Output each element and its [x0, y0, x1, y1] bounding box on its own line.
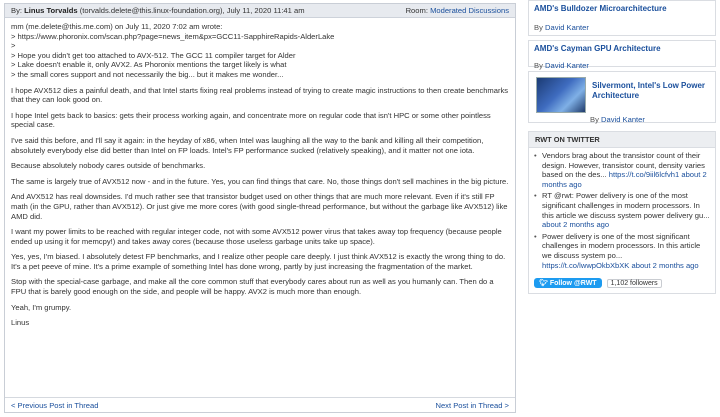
- tweet-item: • RT @rwt: Power delivery is one of the …: [534, 191, 710, 229]
- tweet-list: • Vendors brag about the transistor coun…: [529, 148, 715, 276]
- post-email: (torvalds.delete@this.linux-foundation.o…: [79, 6, 225, 15]
- bullet-icon: •: [534, 231, 537, 241]
- room-link[interactable]: Moderated Discussions: [430, 6, 509, 15]
- article-thumbnail-image[interactable]: [536, 77, 586, 113]
- post-room: Room: Moderated Discussions: [405, 6, 509, 15]
- post-date: July 11, 2020 11:41 am: [226, 6, 305, 15]
- author-link[interactable]: David Kanter: [601, 115, 645, 124]
- post-paragraph: Because absolutely nobody cares outside …: [11, 161, 206, 171]
- quote-line: mm (me.delete@this.me.com) on July 11, 2…: [11, 22, 223, 31]
- twitter-widget: RWT ON TWITTER • Vendors brag about the …: [528, 131, 716, 295]
- tweet-time-link[interactable]: about 2 months ago: [632, 261, 699, 270]
- twitter-heading: RWT ON TWITTER: [529, 132, 715, 148]
- post-paragraph: Yes, yes, I'm biased. I absolutely detes…: [11, 252, 506, 271]
- tweet-item: • Power delivery is one of the most sign…: [534, 232, 710, 270]
- post-paragraph: Yeah, I'm grumpy.: [11, 302, 72, 312]
- post-signature: Linus: [11, 318, 30, 328]
- quote-line: > Lake doesn't enable it, only AVX2. As …: [11, 60, 287, 70]
- article-byline: By David Kanter: [534, 61, 589, 70]
- tweet-text: RT @rwt: Power delivery is one of the mo…: [542, 191, 710, 220]
- quote-line: > Hope you didn't get too attached to AV…: [11, 50, 296, 60]
- forum-post: By: Linus Torvalds (torvalds.delete@this…: [4, 3, 516, 413]
- bullet-icon: •: [534, 191, 537, 201]
- article-title-link[interactable]: AMD's Bulldozer Microarchitecture: [534, 4, 667, 13]
- post-byline: By: Linus Torvalds (torvalds.delete@this…: [11, 6, 305, 15]
- twitter-bird-icon: 🐦︎: [539, 280, 550, 288]
- post-paragraph: I want my power limits to be reached wit…: [11, 227, 502, 246]
- post-author: Linus Torvalds: [24, 6, 78, 15]
- quote-line: >: [11, 41, 16, 51]
- article-card: AMD's Bulldozer Microarchitecture By Dav…: [528, 0, 716, 36]
- article-title-link[interactable]: AMD's Cayman GPU Architecture: [534, 44, 661, 53]
- author-link[interactable]: David Kanter: [545, 61, 589, 70]
- tweet-text: Power delivery is one of the most signif…: [542, 231, 701, 260]
- post-paragraph: Stop with the special-case garbage, and …: [11, 277, 494, 297]
- sidebar: AMD's Bulldozer Microarchitecture By Dav…: [528, 0, 716, 295]
- post-header: By: Linus Torvalds (torvalds.delete@this…: [5, 4, 515, 18]
- post-paragraph: I hope AVX512 dies a painful death, and …: [11, 85, 509, 105]
- post-body: mm (me.delete@this.me.com) on July 11, 2…: [5, 18, 515, 328]
- article-card: Silvermont, Intel's Low Power Architectu…: [528, 71, 716, 124]
- quote-line: > https://www.phoronix.com/scan.php?page…: [11, 31, 335, 41]
- quoted-text: mm (me.delete@this.me.com) on July 11, 2…: [11, 22, 509, 80]
- article-byline: By David Kanter: [590, 115, 645, 124]
- author-link[interactable]: David Kanter: [545, 23, 589, 32]
- tweet-link[interactable]: https://t.co/lwwpOkbXbXK: [542, 261, 629, 270]
- thread-navigation: < Previous Post in Thread Next Post in T…: [5, 397, 515, 412]
- tweet-link[interactable]: https://t.co/9iil6lcfvh1: [609, 170, 680, 179]
- next-post-link[interactable]: Next Post in Thread >: [435, 401, 509, 410]
- article-card: AMD's Cayman GPU Architecture By David K…: [528, 40, 716, 70]
- previous-post-link[interactable]: < Previous Post in Thread: [11, 401, 98, 410]
- follow-row: 🐦︎ Follow @RWT 1,102 followers: [529, 276, 715, 293]
- follower-count: 1,102 followers: [606, 278, 662, 288]
- post-paragraph: And AVX512 has real downsides. I'd much …: [11, 192, 508, 221]
- post-paragraph: I hope Intel gets back to basics: gets t…: [11, 110, 491, 130]
- post-paragraph: The same is largely true of AVX512 now -…: [11, 176, 509, 186]
- article-byline: By David Kanter: [534, 23, 589, 32]
- bullet-icon: •: [534, 151, 537, 160]
- quote-line: > the small cores support and not necess…: [11, 69, 284, 79]
- tweet-time-link[interactable]: about 2 months ago: [542, 220, 609, 229]
- follow-button[interactable]: 🐦︎ Follow @RWT: [534, 278, 602, 289]
- post-paragraph: I've said this before, and I'll say it a…: [11, 135, 484, 155]
- tweet-item: • Vendors brag about the transistor coun…: [534, 151, 710, 189]
